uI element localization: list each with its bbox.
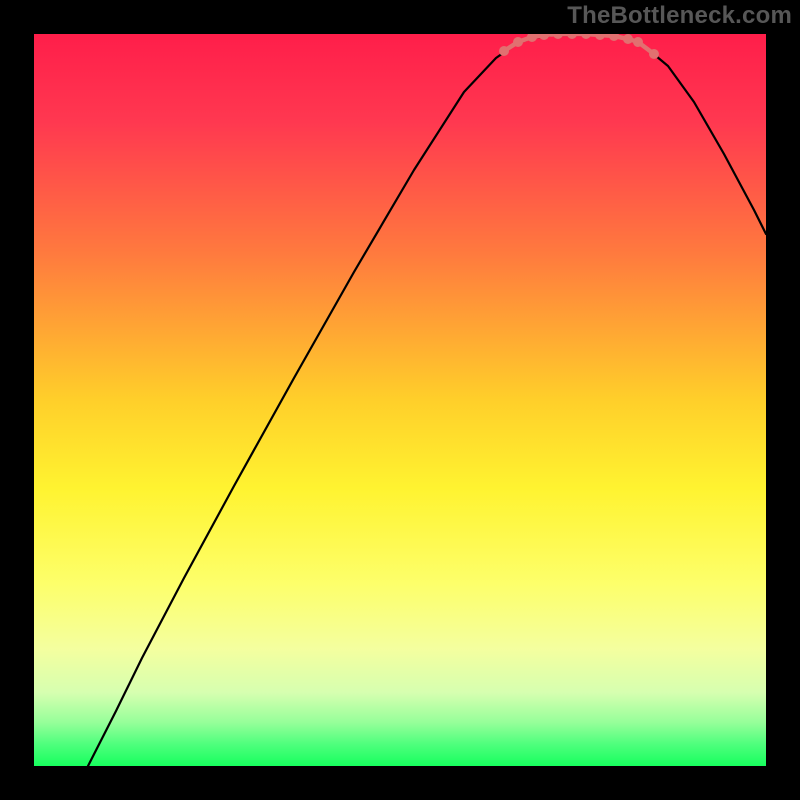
- highlight-dot: [633, 37, 643, 47]
- chart-stage: TheBottleneck.com: [0, 0, 800, 800]
- chart-svg: [34, 34, 766, 766]
- plot-area: [34, 34, 766, 766]
- highlight-dot: [623, 34, 633, 44]
- highlight-dot: [513, 37, 523, 47]
- watermark-text: TheBottleneck.com: [567, 2, 792, 30]
- highlight-dot: [649, 49, 659, 59]
- highlight-dot: [499, 46, 509, 56]
